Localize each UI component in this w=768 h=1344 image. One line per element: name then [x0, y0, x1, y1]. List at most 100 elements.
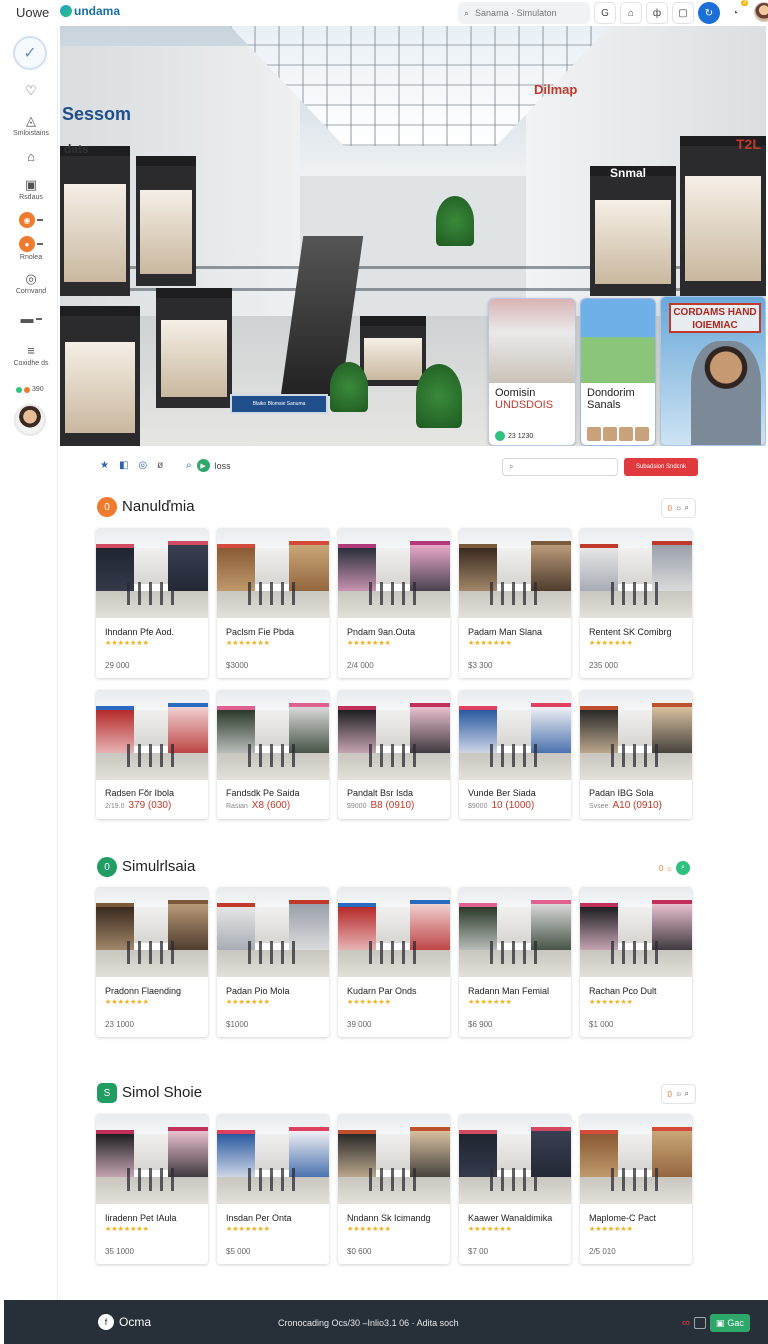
- store-image[interactable]: [96, 1114, 208, 1204]
- store-card[interactable]: Insdan Per Onta ★★★★★★★ $5 000: [217, 1114, 329, 1264]
- store-card-old-price: Svsee: [589, 803, 609, 810]
- store-card[interactable]: Kudarn Par Onds ★★★★★★★ 39 000: [338, 887, 450, 1037]
- store-card[interactable]: Rachan Pco Dult ★★★★★★★ $1 000: [580, 887, 692, 1037]
- store-card-name: Pndam 9an.Outa: [347, 627, 416, 637]
- tool-window-button[interactable]: ▢: [672, 2, 694, 24]
- store-card[interactable]: Vunde Ber Siada $9000 10 (1000): [459, 690, 571, 819]
- store-image[interactable]: [459, 1114, 571, 1204]
- tool-home-button[interactable]: ⌂: [620, 2, 642, 24]
- store-image[interactable]: [580, 1114, 692, 1204]
- store-card[interactable]: Maplome-C Pact ★★★★★★★ 2/5 010: [580, 1114, 692, 1264]
- top-search-input[interactable]: ⌕ Sanama · Simulaton: [458, 2, 590, 24]
- store-card[interactable]: Nndann Sk Icimandg ★★★★★★★ $0 600: [338, 1114, 450, 1264]
- rating-stars: ★★★★★★★: [589, 640, 633, 647]
- sidebar-item-coxidhe[interactable]: ≡ Coxidhe ds: [4, 344, 58, 368]
- store-card-price-row: Rasian X8 (600): [217, 798, 329, 819]
- store-card[interactable]: Padan Pio Mola ★★★★★★★ $1000: [217, 887, 329, 1037]
- sidebar-item-orange-1[interactable]: ◉: [4, 212, 58, 228]
- grid-filter-icon[interactable]: ◧: [119, 460, 128, 471]
- status-orange-icon: [24, 386, 30, 393]
- store-image[interactable]: [96, 887, 208, 977]
- circle-filter-icon[interactable]: ◎: [138, 460, 147, 471]
- sidebar-item-home[interactable]: ⌂: [4, 150, 58, 164]
- store-image[interactable]: [459, 528, 571, 618]
- sidebar-item-cornvand[interactable]: ◎ Cornvand: [4, 272, 58, 296]
- share-icon[interactable]: ∞: [682, 1317, 690, 1329]
- store-card[interactable]: Kaawer Wanaldimika ★★★★★★★ $7 00: [459, 1114, 571, 1264]
- subscribe-button[interactable]: Subadsion Sndcnk: [624, 458, 698, 476]
- notification-bell-icon[interactable]: ◔ 3: [724, 0, 748, 24]
- store-card-price: 235 000: [589, 661, 618, 670]
- search-icon: ⌕: [509, 462, 514, 471]
- ad-card-3[interactable]: CORDAMS HAND IOIEMIAC: [660, 296, 766, 446]
- ad1-line2: UNDSDOIS: [495, 399, 554, 411]
- store-card-price: $3 300: [468, 661, 493, 670]
- hero-sign-left: Sessom: [62, 104, 132, 124]
- ad-card-2[interactable]: Dondorim Sanals: [580, 298, 656, 446]
- store-card-price: 23 1000: [105, 1020, 134, 1029]
- store-image[interactable]: [96, 690, 208, 780]
- user-avatar[interactable]: [754, 2, 768, 22]
- store-card[interactable]: Radann Man Femial ★★★★★★★ $6 900: [459, 887, 571, 1037]
- store-image[interactable]: [217, 690, 329, 780]
- sidebar-item-label: Smloistains: [13, 130, 49, 137]
- hero-info-sign: Blaiko Blomsie Sanuma: [230, 394, 328, 414]
- section-actions[interactable]: 0 ☼ ⌕: [652, 858, 696, 878]
- store-image[interactable]: [217, 1114, 329, 1204]
- home-link[interactable]: Uowe: [16, 5, 49, 20]
- sidebar-item-rsdaus[interactable]: ▣ Rsdaus: [4, 178, 58, 202]
- store-card[interactable]: Pandalt Bsr Isda $9000 B8 (0910): [338, 690, 450, 819]
- store-card[interactable]: Pndam 9an.Outa ★★★★★★★ 2/4 000: [338, 528, 450, 678]
- top-search-placeholder: Sanama · Simulaton: [475, 8, 557, 18]
- store-card[interactable]: Fandsdk Pe Saida Rasian X8 (600): [217, 690, 329, 819]
- store-image[interactable]: [338, 1114, 450, 1204]
- store-card-price: $3000: [226, 661, 249, 670]
- store-image[interactable]: [580, 887, 692, 977]
- store-card-old-price: $9000: [347, 803, 367, 810]
- brand-logo[interactable]: undama: [60, 4, 120, 18]
- store-card[interactable]: Iiradenn Pet IAula ★★★★★★★ 35 1000: [96, 1114, 208, 1264]
- tool-filter-button[interactable]: ф: [646, 2, 668, 24]
- store-card[interactable]: Pradonn Flaending ★★★★★★★ 23 1000: [96, 887, 208, 1037]
- sync-icon[interactable]: ↻: [698, 2, 720, 24]
- star-filter-icon[interactable]: ★: [100, 460, 109, 471]
- footer-action-button[interactable]: ▣ Gac: [709, 1314, 750, 1332]
- store-image[interactable]: [338, 690, 450, 780]
- tool-g-button[interactable]: G: [594, 2, 616, 24]
- store-card[interactable]: Ihndann Pfe Aod. ★★★★★★★ 29 000: [96, 528, 208, 678]
- store-card[interactable]: Paclsm Fie Pbda ★★★★★★★ $3000: [217, 528, 329, 678]
- store-card-name: Vunde Ber Siada: [468, 788, 536, 798]
- store-image[interactable]: [217, 887, 329, 977]
- sidebar-item-smloistains[interactable]: ◬ Smloistains: [4, 114, 58, 138]
- section-actions[interactable]: 0 ☼ ⌕: [660, 498, 696, 518]
- store-card[interactable]: Padan IBG Sola Svsee A10 (0910): [580, 690, 692, 819]
- filter-search-input[interactable]: ⌕: [502, 458, 618, 476]
- store-card[interactable]: Rentent SK Comibrg ★★★★★★★ 235 000: [580, 528, 692, 678]
- store-card-price: 35 1000: [105, 1247, 134, 1256]
- sidebar-item-panel[interactable]: ▬: [4, 312, 58, 326]
- store-image[interactable]: [338, 528, 450, 618]
- footer-logo[interactable]: f Ocma: [98, 1314, 151, 1330]
- sidebar-brand-icon[interactable]: ✓: [13, 36, 47, 70]
- store-image[interactable]: [338, 887, 450, 977]
- store-card[interactable]: Radsen Fŏr Ibola 2/19.0 379 (030): [96, 690, 208, 819]
- sort-filter-icon[interactable]: ø: [157, 460, 163, 471]
- sidebar-item-favorites[interactable]: ♡: [4, 84, 58, 98]
- sidebar-item-rnolea[interactable]: ● Rnolea: [4, 236, 58, 261]
- window-icon[interactable]: [693, 1317, 706, 1329]
- store-card-price-row: 2/19.0 379 (030): [96, 798, 208, 819]
- store-image[interactable]: [580, 528, 692, 618]
- filter-chip[interactable]: ⌕ ▶ loss: [186, 459, 231, 472]
- store-card-price: $0 600: [347, 1247, 372, 1256]
- ad-card-1[interactable]: Oomisin UNDSDOIS 23 1230: [488, 298, 576, 446]
- footer-text: Cronocading Ocs/30 –Inlio3.1 06 · Adita …: [278, 1318, 459, 1328]
- store-image[interactable]: [217, 528, 329, 618]
- store-image[interactable]: [96, 528, 208, 618]
- sidebar-avatar[interactable]: [14, 404, 46, 436]
- store-card[interactable]: Padam Man Slana ★★★★★★★ $3 300: [459, 528, 571, 678]
- store-image[interactable]: [580, 690, 692, 780]
- store-image[interactable]: [459, 690, 571, 780]
- section-3: S Simol Shoie 0 ☼ ⌕ Iiradenn Pet IAula ★★…: [96, 1082, 700, 1264]
- section-actions[interactable]: 0 ☼ ⌕: [660, 1084, 696, 1104]
- store-image[interactable]: [459, 887, 571, 977]
